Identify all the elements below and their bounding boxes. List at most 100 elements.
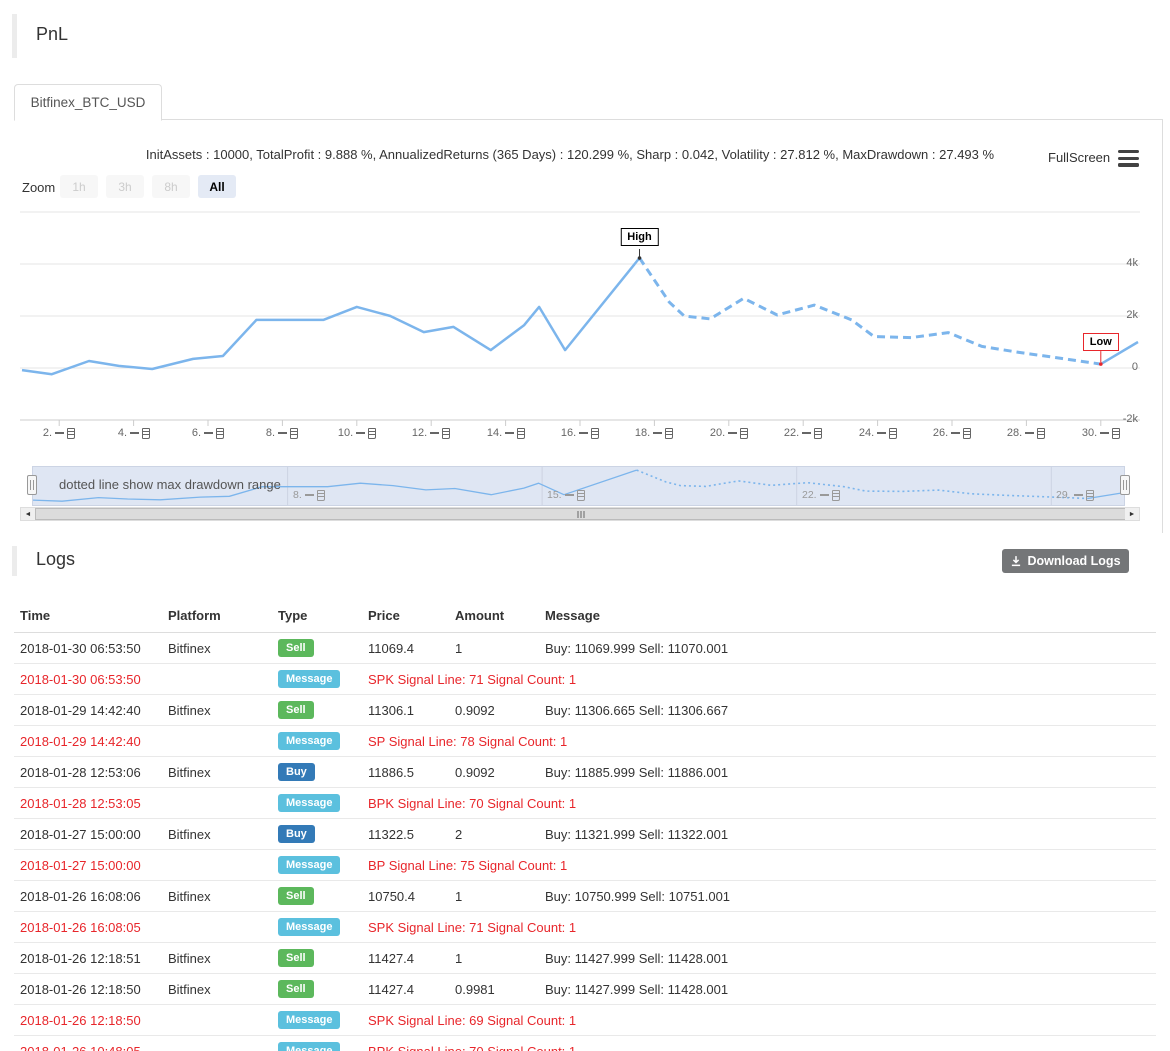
x-tick-label: 2.: [27, 427, 91, 439]
scrollbar-grip-icon: [578, 511, 585, 518]
x-tick-label: 24.: [846, 427, 910, 439]
chart-navigator[interactable]: dotted line show max drawdown range 8. 15…: [32, 466, 1125, 506]
navigator-tick-label: 15.: [547, 489, 585, 501]
cjk-yi-glyph: [653, 432, 662, 434]
column-header-message: Message: [539, 600, 1156, 633]
log-row-trade: 2018-01-28 12:53:06BitfinexBuy 11886.50.…: [14, 757, 1156, 788]
zoom-button-3h: 3h: [106, 175, 144, 198]
logs-table-header: TimePlatformTypePriceAmountMessage: [14, 600, 1156, 633]
type-badge-sell: Sell: [278, 887, 314, 905]
cjk-yue-glyph: [517, 428, 525, 439]
x-tick-label: 18.: [622, 427, 686, 439]
low-annotation: Low: [1083, 333, 1119, 351]
cjk-yue-glyph: [368, 428, 376, 439]
zoom-label: Zoom: [22, 180, 55, 195]
scrollbar-right-arrow[interactable]: ►: [1125, 508, 1139, 520]
scrollbar-left-arrow[interactable]: ◄: [21, 508, 35, 520]
type-badge-message: Message: [278, 856, 340, 874]
cjk-yue-glyph: [814, 428, 822, 439]
logs-table: TimePlatformTypePriceAmountMessage 2018-…: [14, 600, 1156, 1051]
cjk-yi-glyph: [820, 494, 829, 496]
pnl-line-chart: [20, 200, 1140, 430]
zoom-button-8h: 8h: [152, 175, 190, 198]
log-row-message: 2018-01-29 14:42:40Message SP Signal Lin…: [14, 726, 1156, 757]
column-header-type: Type: [272, 600, 362, 633]
type-badge-sell: Sell: [278, 701, 314, 719]
log-row-trade: 2018-01-26 12:18:50BitfinexSell 11427.40…: [14, 974, 1156, 1005]
log-row-message: 2018-01-28 12:53:05Message BPK Signal Li…: [14, 788, 1156, 819]
tab-bitfinex-btc-usd[interactable]: Bitfinex_BTC_USD: [14, 84, 162, 121]
x-tick-label: 30.: [1069, 427, 1133, 439]
tab-bar-border: [14, 119, 1163, 120]
chart-scrollbar[interactable]: ◄ ►: [20, 507, 1140, 521]
type-badge-buy: Buy: [278, 763, 315, 781]
cjk-yue-glyph: [591, 428, 599, 439]
cjk-yi-glyph: [204, 432, 213, 434]
cjk-yue-glyph: [142, 428, 150, 439]
tab-label: Bitfinex_BTC_USD: [31, 95, 146, 110]
log-row-message: 2018-01-27 15:00:00Message BP Signal Lin…: [14, 850, 1156, 881]
cjk-yue-glyph: [889, 428, 897, 439]
cjk-yue-glyph: [216, 428, 224, 439]
type-badge-sell: Sell: [278, 949, 314, 967]
y-tick-label: 0: [1090, 361, 1138, 373]
cjk-yue-glyph: [740, 428, 748, 439]
type-badge-buy: Buy: [278, 825, 315, 843]
section-accent-bar: [12, 546, 17, 576]
log-row-trade: 2018-01-26 12:18:51BitfinexSell 11427.41…: [14, 943, 1156, 974]
cjk-yi-glyph: [430, 432, 439, 434]
navigator-left-handle[interactable]: [27, 475, 37, 495]
x-tick-label: 12.: [399, 427, 463, 439]
cjk-yi-glyph: [579, 432, 588, 434]
chart-stats-title: InitAssets : 10000, TotalProfit : 9.888 …: [0, 147, 1140, 162]
type-badge-message: Message: [278, 1011, 340, 1029]
zoom-button-1h: 1h: [60, 175, 98, 198]
cjk-yi-glyph: [505, 432, 514, 434]
log-row-message: 2018-01-26 12:18:50Message SPK Signal Li…: [14, 1005, 1156, 1036]
cjk-yi-glyph: [951, 432, 960, 434]
log-row-trade: 2018-01-29 14:42:40BitfinexSell 11306.10…: [14, 695, 1156, 726]
x-tick-label: 16.: [548, 427, 612, 439]
navigator-tick-label: 8.: [293, 489, 325, 501]
zoom-button-all[interactable]: All: [198, 175, 236, 198]
download-icon: [1010, 555, 1022, 567]
cjk-yi-glyph: [1025, 432, 1034, 434]
drawdown-note: dotted line show max drawdown range: [59, 477, 281, 492]
cjk-yue-glyph: [1037, 428, 1045, 439]
cjk-yi-glyph: [1100, 432, 1109, 434]
y-tick-label: -2k: [1090, 413, 1138, 425]
chart-menu-icon[interactable]: [1118, 150, 1139, 167]
column-header-price: Price: [362, 600, 449, 633]
y-tick-label: 4k: [1090, 257, 1138, 269]
cjk-yi-glyph: [130, 432, 139, 434]
type-badge-message: Message: [278, 670, 340, 688]
cjk-yi-glyph: [877, 432, 886, 434]
cjk-yi-glyph: [278, 432, 287, 434]
zoom-button-group: 1h 3h 8h All: [60, 175, 236, 198]
x-tick-label: 6.: [176, 427, 240, 439]
scrollbar-thumb[interactable]: [35, 508, 1127, 520]
cjk-yue-glyph: [832, 490, 840, 501]
cjk-yue-glyph: [1112, 428, 1120, 439]
cjk-yue-glyph: [67, 428, 75, 439]
column-header-platform: Platform: [162, 600, 272, 633]
cjk-yi-glyph: [1074, 494, 1083, 496]
logs-title: Logs: [36, 549, 75, 570]
y-tick-label: 2k: [1090, 309, 1138, 321]
download-logs-button[interactable]: Download Logs: [1002, 549, 1129, 573]
type-badge-message: Message: [278, 1042, 340, 1051]
log-row-trade: 2018-01-30 06:53:50BitfinexSell 11069.41…: [14, 633, 1156, 664]
navigator-right-handle[interactable]: [1120, 475, 1130, 495]
page-title: PnL: [36, 24, 68, 45]
x-tick-label: 14.: [474, 427, 538, 439]
type-badge-message: Message: [278, 794, 340, 812]
log-row-trade: 2018-01-26 16:08:06BitfinexSell 10750.41…: [14, 881, 1156, 912]
cjk-yue-glyph: [665, 428, 673, 439]
type-badge-sell: Sell: [278, 980, 314, 998]
navigator-tick-label: 22.: [802, 489, 840, 501]
x-tick-label: 10.: [325, 427, 389, 439]
fullscreen-button[interactable]: FullScreen: [1048, 150, 1110, 165]
navigator-tick-label: 29.: [1056, 489, 1094, 501]
cjk-yi-glyph: [55, 432, 64, 434]
type-badge-message: Message: [278, 732, 340, 750]
